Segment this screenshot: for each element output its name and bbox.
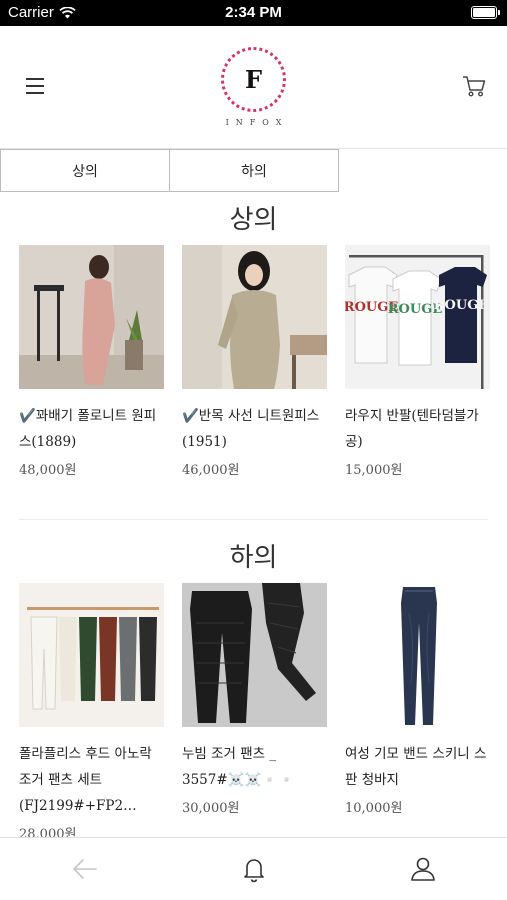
battery-icon [471,6,500,19]
section-divider [19,519,488,520]
product-card[interactable]: ROUGE ROUGE ROUGE 라우지 반팔(텐타덤블가공) 15,000원 [345,245,490,478]
bell-icon[interactable] [239,854,269,884]
product-price: 46,000원 [182,463,240,478]
product-name[interactable]: 폴라플리스 후드 아노락 조거 팬츠 세트(FJ2199#+FP2… [19,741,164,819]
product-price: 10,000원 [345,801,403,816]
category-tabs: 상의 하의 [0,149,339,192]
cart-icon[interactable] [461,74,487,98]
product-grid-bottoms: 폴라플리스 후드 아노락 조거 팬츠 세트(FJ2199#+FP2… 28,00… [19,583,490,842]
product-grid-tops: ✔️꽈배기 폴로니트 원피스(1889) 48,000원 ✔️반목 사선 니트원… [19,245,490,478]
back-arrow-icon[interactable] [70,854,100,884]
clock: 2:34 PM [225,4,282,21]
hamburger-menu-icon[interactable] [20,72,50,98]
app-header: F INFOX [0,26,507,148]
product-image-pink-knit-dress[interactable] [19,245,164,389]
product-card[interactable]: 여성 기모 밴드 스키니 스판 청바지 10,000원 [345,583,490,842]
product-image-beige-knit-dress[interactable] [182,245,327,389]
product-name[interactable]: 여성 기모 밴드 스키니 스판 청바지 [345,741,490,793]
user-icon[interactable] [408,854,438,884]
status-bar: Carrier 2:34 PM [0,0,507,26]
product-image-black-quilted-pants[interactable] [182,583,327,727]
product-card[interactable]: 폴라플리스 후드 아노락 조거 팬츠 세트(FJ2199#+FP2… 28,00… [19,583,164,842]
product-card[interactable]: ✔️꽈배기 폴로니트 원피스(1889) 48,000원 [19,245,164,478]
product-image-rouge-tshirts[interactable]: ROUGE ROUGE ROUGE [345,245,490,389]
product-card[interactable]: ✔️반목 사선 니트원피스 (1951) 46,000원 [182,245,327,478]
product-price: 48,000원 [19,463,77,478]
tab-bottoms[interactable]: 하의 [169,149,339,192]
product-name[interactable]: ✔️반목 사선 니트원피스 (1951) [182,403,327,455]
svg-text:ROUGE: ROUGE [434,298,489,313]
product-name[interactable]: ✔️꽈배기 폴로니트 원피스(1889) [19,403,164,455]
product-name[interactable]: 라우지 반팔(텐타덤블가공) [345,403,490,455]
product-image-jogger-pants-rack[interactable] [19,583,164,727]
section-title-bottoms: 하의 [229,542,278,572]
brand-logo[interactable]: F INFOX [211,46,296,131]
tab-tops[interactable]: 상의 [0,149,170,192]
section-title-tops: 상의 [229,204,278,234]
product-card[interactable]: 누빔 조거 팬츠 _ 3557#☠️☠️▫️▫️ 30,000원 [182,583,327,842]
logo-wordmark: INFOX [225,118,289,127]
product-name[interactable]: 누빔 조거 팬츠 _ 3557#☠️☠️▫️▫️ [182,741,327,793]
product-price: 15,000원 [345,463,403,478]
product-image-skinny-jeans[interactable] [345,583,490,727]
bottom-tab-bar [0,837,507,900]
logo-letter: F [244,65,263,94]
product-price: 30,000원 [182,801,240,816]
